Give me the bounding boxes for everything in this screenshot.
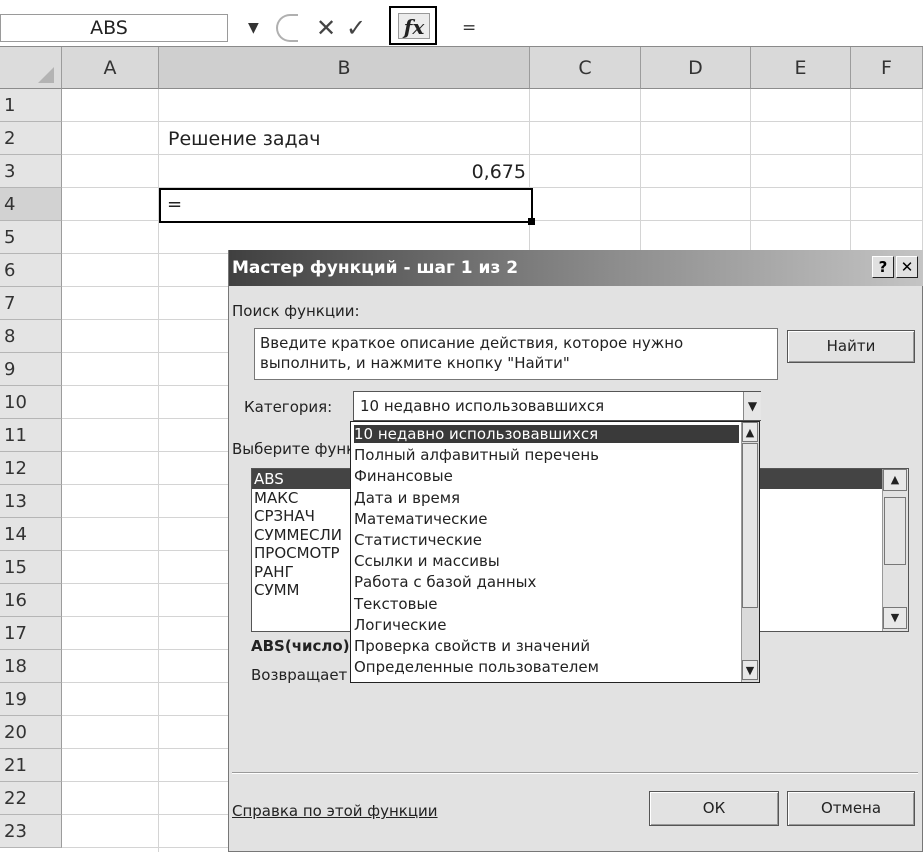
cancel-entry-icon[interactable]: ✕ [316, 14, 340, 42]
category-option[interactable]: Определенные пользователем [354, 658, 739, 676]
cell-b4-active[interactable]: = [159, 188, 533, 223]
row-header-3[interactable]: 3 [0, 155, 62, 188]
formula-input[interactable]: = [462, 14, 502, 42]
category-option[interactable]: Полный алфавитный перечень [354, 446, 739, 464]
fx-icon: fx [398, 13, 430, 39]
row-header-4[interactable]: 4 [0, 188, 62, 221]
row-header-16[interactable]: 16 [0, 584, 62, 617]
category-option[interactable]: Дата и время [354, 489, 739, 507]
column-header-b[interactable]: B [159, 47, 530, 89]
formula-bar-separator-icon [276, 14, 298, 42]
help-button[interactable]: ? [872, 256, 894, 278]
name-box[interactable]: ABS [0, 14, 228, 42]
search-function-input[interactable]: Введите краткое описание действия, котор… [254, 328, 778, 380]
row-header-12[interactable]: 12 [0, 452, 62, 485]
scroll-thumb[interactable] [884, 497, 906, 565]
row-header-1[interactable]: 1 [0, 89, 62, 122]
row-header-2[interactable]: 2 [0, 122, 62, 155]
category-option[interactable]: Статистические [354, 531, 739, 549]
row-header-21[interactable]: 21 [0, 749, 62, 782]
name-box-dropdown-icon[interactable]: ▼ [248, 16, 266, 40]
scroll-up-icon[interactable]: ▲ [883, 469, 907, 491]
formula-bar: ABS ▼ ✕ ✓ fx = [0, 0, 923, 47]
dropdown-scrollbar[interactable]: ▲ ▼ [741, 422, 759, 682]
column-header-a[interactable]: A [62, 47, 159, 89]
row-header-9[interactable]: 9 [0, 353, 62, 386]
scroll-down-icon[interactable]: ▼ [883, 607, 907, 629]
column-header-f[interactable]: F [851, 47, 923, 89]
category-option[interactable]: Ссылки и массивы [354, 552, 739, 570]
row-header-5[interactable]: 5 [0, 221, 62, 254]
row-header-23[interactable]: 23 [0, 815, 62, 848]
dialog-title-bar[interactable]: Мастер функций - шаг 1 из 2 ? ✕ [229, 250, 923, 286]
dialog-title: Мастер функций - шаг 1 из 2 [232, 258, 519, 278]
enter-entry-icon[interactable]: ✓ [346, 14, 372, 42]
scroll-thumb[interactable] [742, 443, 758, 608]
row-header-11[interactable]: 11 [0, 419, 62, 452]
function-syntax: ABS(число) [251, 637, 350, 655]
row-header-8[interactable]: 8 [0, 320, 62, 353]
row-header-22[interactable]: 22 [0, 782, 62, 815]
row-header-19[interactable]: 19 [0, 683, 62, 716]
cancel-button[interactable]: Отмена [787, 791, 915, 826]
scroll-down-icon[interactable]: ▼ [742, 660, 758, 680]
fill-handle[interactable] [528, 218, 535, 225]
grid-row-line [62, 121, 923, 122]
function-list-scrollbar[interactable]: ▲ ▼ [882, 469, 908, 631]
cell-b2[interactable]: Решение задач [168, 123, 528, 156]
scroll-up-icon[interactable]: ▲ [742, 422, 758, 442]
row-header-14[interactable]: 14 [0, 518, 62, 551]
row-header-6[interactable]: 6 [0, 254, 62, 287]
row-header-17[interactable]: 17 [0, 617, 62, 650]
column-header-d[interactable]: D [641, 47, 751, 89]
insert-function-button[interactable]: fx [389, 6, 437, 45]
function-help-link[interactable]: Справка по этой функции [232, 800, 532, 822]
close-button[interactable]: ✕ [896, 256, 918, 278]
row-header-13[interactable]: 13 [0, 485, 62, 518]
category-select[interactable]: 10 недавно использовавшихся [353, 391, 761, 421]
category-option[interactable]: 10 недавно использовавшихся [354, 425, 739, 443]
chevron-down-icon[interactable]: ▼ [743, 392, 761, 420]
cell-b3[interactable]: 0,675 [163, 156, 526, 189]
category-option[interactable]: Работа с базой данных [354, 573, 739, 591]
select-all-icon [38, 67, 54, 83]
ok-button[interactable]: ОК [649, 791, 779, 826]
category-option[interactable]: Текстовые [354, 595, 739, 613]
column-header-c[interactable]: C [530, 47, 641, 89]
row-header-10[interactable]: 10 [0, 386, 62, 419]
row-header-18[interactable]: 18 [0, 650, 62, 683]
dialog-separator [232, 772, 918, 773]
search-function-label: Поиск функции: [232, 302, 360, 320]
category-label: Категория: [244, 398, 333, 416]
find-button[interactable]: Найти [787, 330, 915, 363]
column-header-e[interactable]: E [751, 47, 851, 89]
function-description: Возвращает модуль (абсолютную величину) … [251, 666, 361, 684]
category-option[interactable]: Логические [354, 616, 739, 634]
category-option[interactable]: Математические [354, 510, 739, 528]
category-option[interactable]: Финансовые [354, 467, 739, 485]
row-header-20[interactable]: 20 [0, 716, 62, 749]
select-function-label: Выберите функцию: [232, 440, 357, 458]
category-option[interactable]: Проверка свойств и значений [354, 637, 739, 655]
row-header-7[interactable]: 7 [0, 287, 62, 320]
row-header-15[interactable]: 15 [0, 551, 62, 584]
category-dropdown-list[interactable]: 10 недавно использовавшихся Полный алфави… [350, 421, 760, 683]
